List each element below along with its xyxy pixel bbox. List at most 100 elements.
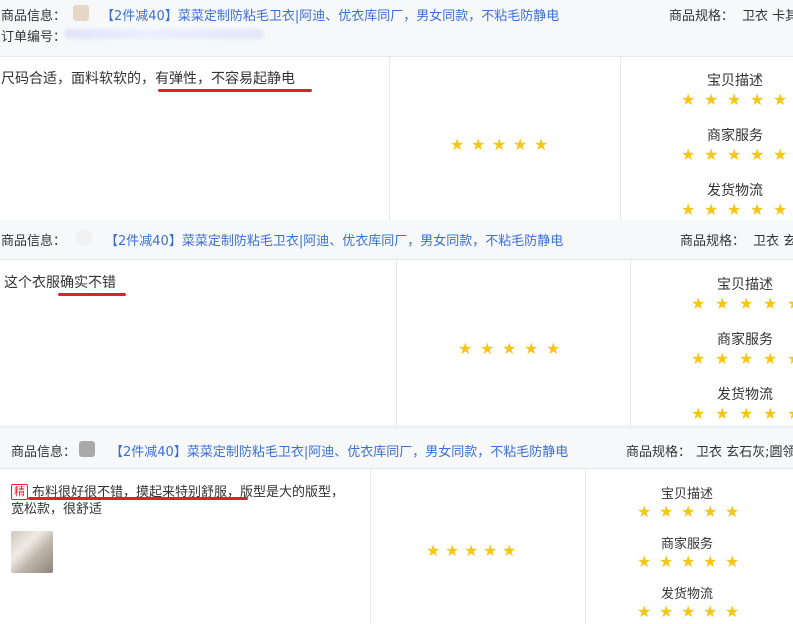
star-icon: ★ <box>750 200 765 219</box>
service-rating-stars: ★ ★ ★ ★ ★ <box>691 351 793 367</box>
star-icon: ★ <box>773 145 788 164</box>
product-thumbnail[interactable] <box>79 441 95 457</box>
review-text-plain: 尺码合适，面料软软的， <box>1 71 155 87</box>
star-icon: ★ <box>483 541 498 560</box>
product-info-label: 商品信息： <box>11 445 77 460</box>
rating-label-service: 商家服务 <box>661 537 714 552</box>
product-spec-value: 卫衣 玄 <box>753 234 793 249</box>
star-icon: ★ <box>458 339 473 358</box>
star-icon: ★ <box>739 404 754 423</box>
product-thumbnail[interactable] <box>76 230 92 246</box>
star-icon: ★ <box>703 502 718 521</box>
star-icon: ★ <box>524 339 539 358</box>
product-info-label: 商品信息： <box>1 9 67 24</box>
star-icon: ★ <box>773 90 788 109</box>
star-icon: ★ <box>480 339 495 358</box>
star-icon: ★ <box>534 135 549 154</box>
star-icon: ★ <box>637 602 652 621</box>
rating-label-service: 商家服务 <box>717 332 773 348</box>
star-icon: ★ <box>450 135 465 154</box>
column-divider <box>389 57 390 220</box>
star-icon: ★ <box>715 349 730 368</box>
description-rating-stars: ★ ★ ★ ★ ★ <box>637 504 747 520</box>
star-icon: ★ <box>681 602 696 621</box>
star-icon: ★ <box>681 502 696 521</box>
highlight-underline <box>28 497 248 500</box>
star-icon: ★ <box>750 145 765 164</box>
star-icon: ★ <box>659 502 674 521</box>
product-title-link[interactable]: 【2件减40】菜菜定制防粘毛卫衣|阿迪、优衣库同厂，男女同款，不粘毛防静电 <box>105 230 563 249</box>
logistics-rating-stars: ★ ★ ★ ★ ★ <box>691 406 793 422</box>
star-icon: ★ <box>513 135 528 154</box>
rating-label-description: 宝贝描述 <box>707 73 763 89</box>
star-icon: ★ <box>725 602 740 621</box>
star-icon: ★ <box>659 552 674 571</box>
column-divider <box>585 469 586 624</box>
star-icon: ★ <box>715 404 730 423</box>
service-rating-stars: ★ ★ ★ ★ ★ <box>681 147 793 163</box>
overall-rating-stars: ★ ★ ★ ★ ★ <box>426 543 521 559</box>
product-spec-value: 卫衣 卡其 <box>742 9 793 24</box>
star-icon: ★ <box>681 552 696 571</box>
rating-label-logistics: 发货物流 <box>661 587 714 602</box>
review-text-rest: 版型是大的版型， <box>240 485 345 500</box>
star-icon: ★ <box>773 200 788 219</box>
order-number-label: 订单编号： <box>1 30 67 45</box>
rating-label-description: 宝贝描述 <box>717 277 773 293</box>
review-photo[interactable] <box>11 531 53 573</box>
star-icon: ★ <box>703 602 718 621</box>
star-icon: ★ <box>725 502 740 521</box>
rating-label-logistics: 发货物流 <box>717 387 773 403</box>
star-icon: ★ <box>502 339 517 358</box>
star-icon: ★ <box>725 552 740 571</box>
review-1-header: 商品信息： 【2件减40】菜菜定制防粘毛卫衣|阿迪、优衣库同厂，男女同款，不粘毛… <box>0 0 793 57</box>
star-icon: ★ <box>703 552 718 571</box>
star-icon: ★ <box>659 602 674 621</box>
order-number-value-blurred <box>64 29 264 39</box>
star-icon: ★ <box>691 404 706 423</box>
product-spec-label: 商品规格： <box>680 234 746 249</box>
description-rating-stars: ★ ★ ★ ★ ★ <box>681 92 793 108</box>
star-icon: ★ <box>704 200 719 219</box>
product-info-label: 商品信息： <box>1 234 67 249</box>
review-3-header: 商品信息： 【2件减40】菜菜定制防粘毛卫衣|阿迪、优衣库同厂，男女同款，不粘毛… <box>0 429 793 469</box>
star-icon: ★ <box>739 349 754 368</box>
star-icon: ★ <box>464 541 479 560</box>
star-icon: ★ <box>787 406 793 422</box>
star-icon: ★ <box>502 541 517 560</box>
review-text: 尺码合适，面料软软的，有弹性，不容易起静电 <box>1 68 295 88</box>
product-title-link[interactable]: 【2件减40】菜菜定制防粘毛卫衣|阿迪、优衣库同厂，男女同款，不粘毛防静电 <box>101 5 559 24</box>
star-icon: ★ <box>787 296 793 312</box>
column-divider <box>370 469 371 624</box>
star-icon: ★ <box>739 294 754 313</box>
product-thumbnail[interactable] <box>73 5 89 21</box>
column-divider <box>396 260 397 425</box>
star-icon: ★ <box>681 90 696 109</box>
product-spec-label: 商品规格： <box>669 9 735 24</box>
product-spec-label: 商品规格： <box>626 445 692 460</box>
star-icon: ★ <box>691 349 706 368</box>
review-text-highlight: 这个衣服确实不错 <box>4 275 116 291</box>
rating-label-logistics: 发货物流 <box>707 183 763 199</box>
overall-rating-stars: ★ ★ ★ ★ ★ <box>450 137 555 153</box>
star-icon: ★ <box>727 145 742 164</box>
highlight-underline <box>58 293 126 296</box>
star-icon: ★ <box>787 351 793 367</box>
rating-label-description: 宝贝描述 <box>661 487 714 502</box>
star-icon: ★ <box>426 541 441 560</box>
star-icon: ★ <box>546 339 561 358</box>
column-divider <box>620 57 621 220</box>
overall-rating-stars: ★ ★ ★ ★ ★ <box>458 341 568 357</box>
review-text: 这个衣服确实不错 <box>4 272 116 292</box>
review-card-3: 商品信息： 【2件减40】菜菜定制防粘毛卫衣|阿迪、优衣库同厂，男女同款，不粘毛… <box>0 425 793 624</box>
star-icon: ★ <box>763 349 778 368</box>
review-card-2: 商品信息： 【2件减40】菜菜定制防粘毛卫衣|阿迪、优衣库同厂，男女同款，不粘毛… <box>0 220 793 425</box>
star-icon: ★ <box>637 502 652 521</box>
star-icon: ★ <box>691 294 706 313</box>
star-icon: ★ <box>763 294 778 313</box>
service-rating-stars: ★ ★ ★ ★ ★ <box>637 554 747 570</box>
star-icon: ★ <box>681 145 696 164</box>
star-icon: ★ <box>445 541 460 560</box>
star-icon: ★ <box>471 135 486 154</box>
product-title-link[interactable]: 【2件减40】菜菜定制防粘毛卫衣|阿迪、优衣库同厂，男女同款，不粘毛防静电 <box>110 441 568 460</box>
